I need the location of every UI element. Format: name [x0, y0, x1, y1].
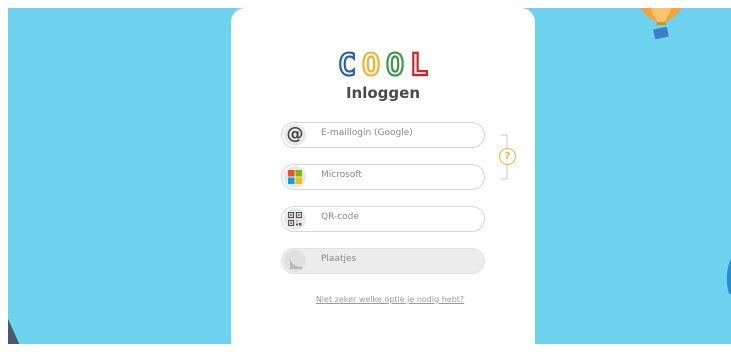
logo-letter-c: C	[338, 49, 356, 79]
at-icon: @	[284, 124, 306, 146]
help-link[interactable]: Niet zeker welke optie je nodig hebt?	[231, 295, 549, 304]
logo-letter-o1: O	[362, 49, 380, 79]
login-card: C O O L Inloggen @ E-maillogin (Google) …	[231, 8, 535, 352]
help-icon[interactable]: ?	[499, 148, 516, 165]
cool-logo: C O O L	[337, 49, 429, 79]
login-option-qr-code[interactable]: QR-code	[281, 206, 485, 232]
microsoft-logo-icon	[284, 166, 306, 188]
picture-icon	[284, 250, 306, 272]
login-option-label: Microsoft	[321, 170, 362, 180]
login-option-email[interactable]: @ E-maillogin (Google)	[281, 122, 485, 148]
edge-decoration	[726, 258, 731, 294]
login-option-label: Plaatjes	[321, 254, 357, 264]
login-option-label: E-maillogin (Google)	[321, 128, 413, 138]
login-option-microsoft[interactable]: Microsoft	[281, 164, 485, 190]
pennant-decoration	[8, 318, 20, 344]
page-title: Inloggen	[345, 84, 421, 102]
login-option-pictures[interactable]: Plaatjes	[281, 248, 485, 274]
hot-air-balloon-illustration	[640, 8, 682, 40]
login-option-label: QR-code	[321, 212, 359, 222]
qr-code-icon	[284, 208, 306, 230]
logo-letter-l: L	[410, 49, 428, 79]
logo-letter-o2: O	[386, 49, 404, 79]
